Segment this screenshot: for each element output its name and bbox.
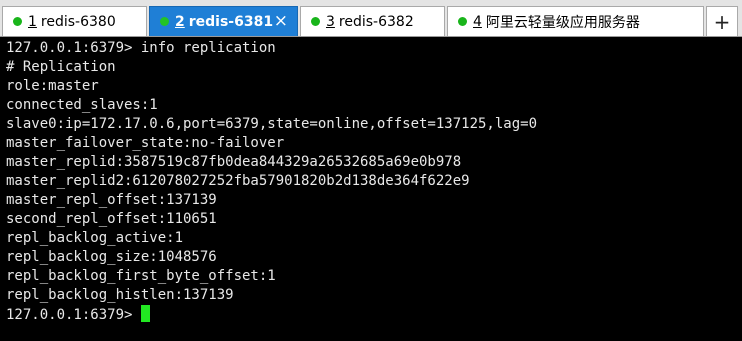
add-tab-button[interactable]: + xyxy=(706,6,738,36)
prompt: 127.0.0.1:6379> xyxy=(6,307,141,323)
tab-label: redis-6381 xyxy=(188,13,274,30)
terminal-line: 127.0.0.1:6379> info replication xyxy=(6,40,276,56)
terminal-line: master_failover_state:no-failover xyxy=(6,135,285,151)
tab-number: 2 xyxy=(175,13,185,30)
tab-label: 阿里云轻量级应用服务器 xyxy=(485,14,640,31)
connected-status-icon xyxy=(311,17,320,26)
tab-redis-6381[interactable]: 2 redis-6381 × xyxy=(149,6,298,36)
terminal-line: repl_backlog_histlen:137139 xyxy=(6,287,234,303)
tab-number: 4 xyxy=(473,13,482,30)
tab-bar: 1 redis-6380 2 redis-6381 × 3 redis-6382… xyxy=(0,0,742,37)
tab-redis-6382[interactable]: 3 redis-6382 xyxy=(300,6,445,36)
tab-aliyun-server[interactable]: 4 阿里云轻量级应用服务器 xyxy=(447,6,704,36)
terminal-line: second_repl_offset:110651 xyxy=(6,211,217,227)
tab-number: 3 xyxy=(326,13,335,30)
terminal-line: repl_backlog_size:1048576 xyxy=(6,249,217,265)
terminal-line: # Replication xyxy=(6,59,116,75)
terminal-line: master_replid:3587519c87fb0dea844329a265… xyxy=(6,154,462,170)
terminal-cursor xyxy=(140,305,150,322)
terminal-line: master_replid2:612078027252fba57901820b2… xyxy=(6,173,470,189)
terminal-line: repl_backlog_active:1 xyxy=(6,230,184,246)
terminal-line: role:master xyxy=(6,78,99,94)
plus-icon: + xyxy=(713,9,731,34)
prompt-line[interactable]: 127.0.0.1:6379> xyxy=(6,305,742,324)
tab-number: 1 xyxy=(28,13,37,30)
tab-label: redis-6380 xyxy=(40,13,116,30)
tab-label: redis-6382 xyxy=(338,13,414,30)
terminal-output[interactable]: 127.0.0.1:6379> info replication # Repli… xyxy=(0,37,742,341)
connected-status-icon xyxy=(160,17,169,26)
terminal-line: master_repl_offset:137139 xyxy=(6,192,217,208)
close-icon[interactable]: × xyxy=(274,12,288,30)
terminal-line: repl_backlog_first_byte_offset:1 xyxy=(6,268,276,284)
connected-status-icon xyxy=(13,17,22,26)
tab-redis-6380[interactable]: 1 redis-6380 xyxy=(2,6,147,36)
terminal-line: slave0:ip=172.17.0.6,port=6379,state=onl… xyxy=(6,116,538,132)
connected-status-icon xyxy=(458,17,467,26)
terminal-line: connected_slaves:1 xyxy=(6,97,158,113)
